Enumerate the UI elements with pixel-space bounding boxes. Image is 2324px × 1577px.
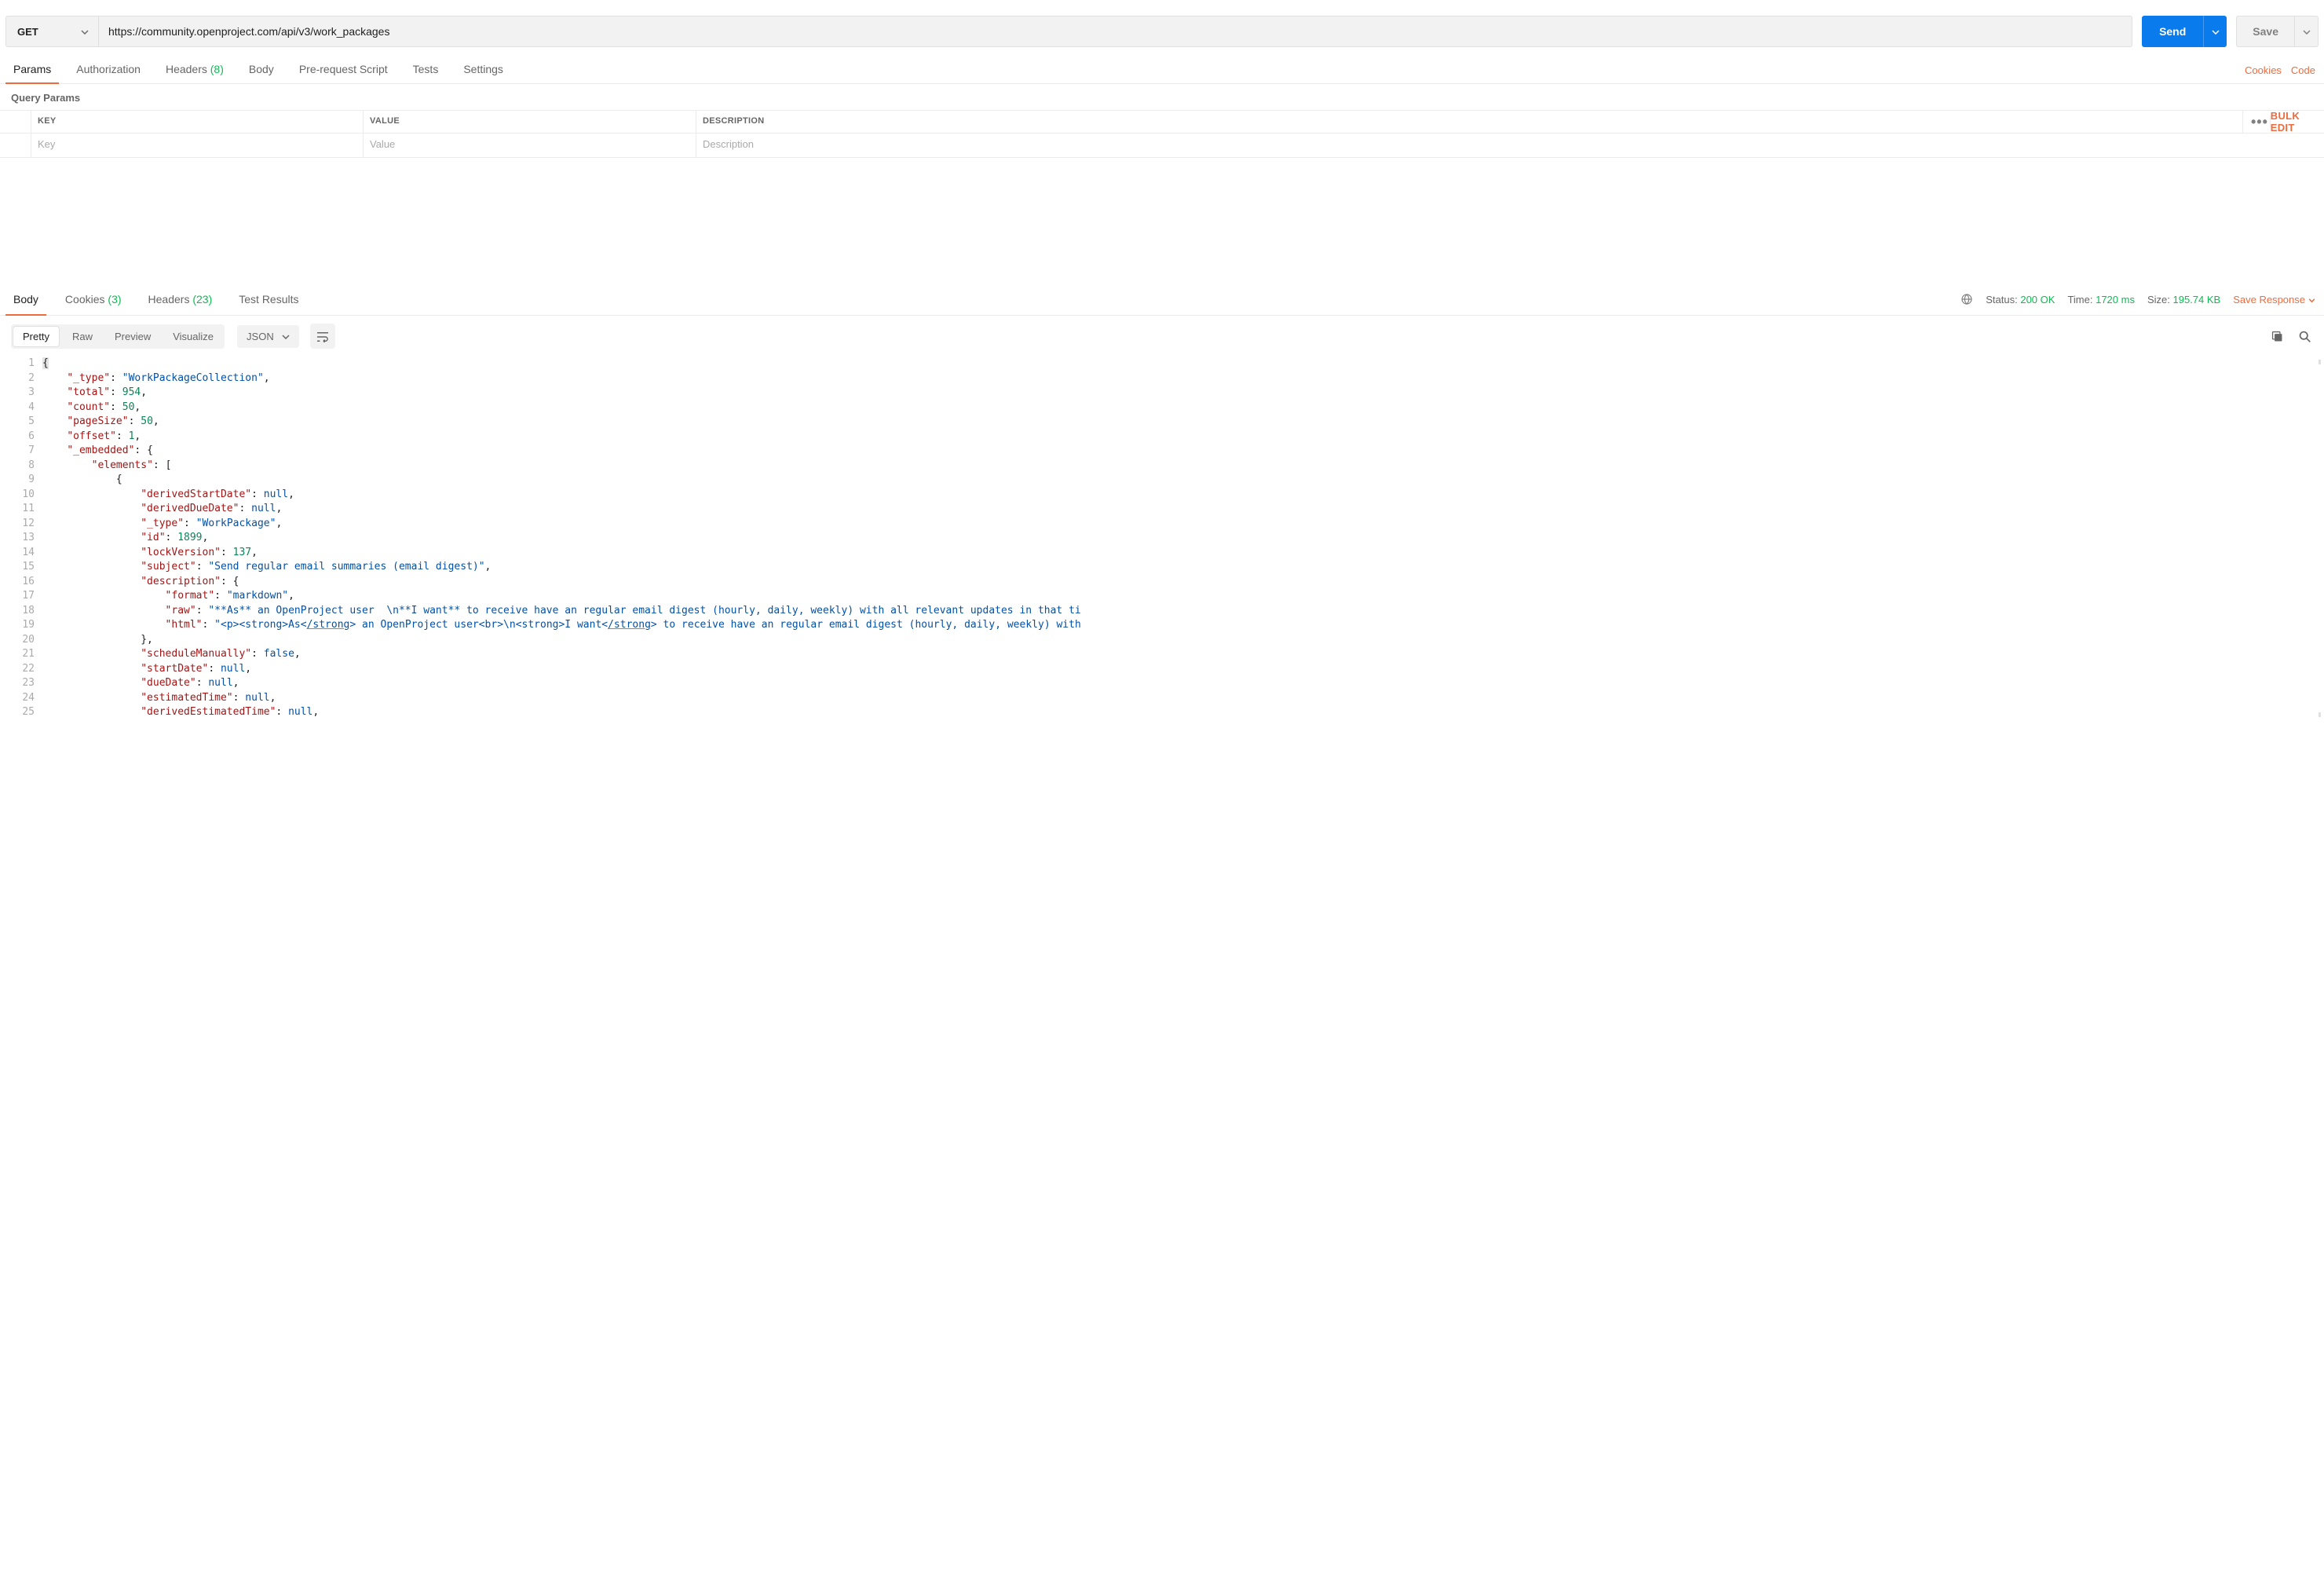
response-body-code[interactable]: 1234567891011121314151617181920212223242… [0, 357, 2324, 720]
search-icon [2298, 330, 2311, 342]
scrollbar-thumb-top[interactable] [2319, 360, 2321, 364]
tab-params[interactable]: Params [5, 57, 59, 83]
chevron-down-icon [2303, 26, 2311, 38]
bulk-edit-link[interactable]: Bulk Edit [2271, 110, 2318, 134]
chevron-down-icon [2212, 26, 2220, 38]
resp-tab-headers-label: Headers [148, 293, 190, 306]
code-link[interactable]: Code [2291, 64, 2315, 76]
resp-tab-headers-count: (23) [192, 293, 212, 306]
resp-tab-cookies-count: (3) [108, 293, 121, 306]
save-response-button[interactable]: Save Response [2233, 294, 2315, 306]
query-params-label: Query Params [0, 84, 2324, 110]
chevron-down-icon [282, 331, 290, 342]
resp-tab-cookies[interactable]: Cookies (3) [57, 284, 130, 315]
line-number-gutter: 1234567891011121314151617181920212223242… [0, 357, 42, 720]
view-visualize-button[interactable]: Visualize [162, 324, 225, 349]
scrollbar-thumb-bottom[interactable] [2319, 712, 2321, 717]
format-select[interactable]: JSON [237, 325, 299, 348]
time-section: Time: 1720 ms [2067, 294, 2135, 306]
time-label: Time: [2067, 294, 2092, 306]
resp-tab-headers[interactable]: Headers (23) [141, 284, 221, 315]
size-label: Size: [2147, 294, 2170, 306]
param-key-input[interactable] [38, 138, 356, 150]
size-value: 195.74 KB [2173, 294, 2221, 306]
save-response-label: Save Response [2233, 294, 2305, 306]
save-dropdown-button[interactable] [2295, 16, 2319, 47]
param-value-input[interactable] [370, 138, 689, 150]
query-params-empty-row [0, 134, 2324, 158]
request-tabs-row: Params Authorization Headers (8) Body Pr… [0, 57, 2324, 84]
resp-tab-body[interactable]: Body [5, 284, 46, 315]
size-section: Size: 195.74 KB [2147, 294, 2220, 306]
tab-tests[interactable]: Tests [405, 57, 447, 83]
status-section: Status: 200 OK [1986, 294, 2055, 306]
column-description: DESCRIPTION [696, 111, 2242, 133]
query-params-header-row: KEY VALUE DESCRIPTION ••• Bulk Edit [0, 110, 2324, 134]
tab-body[interactable]: Body [241, 57, 282, 83]
resp-tab-cookies-label: Cookies [65, 293, 105, 306]
request-row: GET Send Save [0, 0, 2324, 57]
tab-headers-label: Headers [166, 63, 207, 75]
send-button[interactable]: Send [2142, 16, 2203, 47]
column-checkbox [0, 111, 31, 133]
request-url-input[interactable] [99, 16, 2132, 47]
tab-headers[interactable]: Headers (8) [158, 57, 232, 83]
response-tabs-row: Body Cookies (3) Headers (23) Test Resul… [0, 284, 2324, 316]
tab-prerequest[interactable]: Pre-request Script [291, 57, 396, 83]
chevron-down-icon [2308, 294, 2315, 306]
column-value: VALUE [364, 111, 696, 133]
wrap-icon [316, 330, 330, 342]
tab-authorization[interactable]: Authorization [68, 57, 148, 83]
tab-settings[interactable]: Settings [455, 57, 511, 83]
search-button[interactable] [2297, 328, 2313, 345]
status-label: Status: [1986, 294, 2017, 306]
param-description-input[interactable] [703, 138, 2236, 150]
http-method-value: GET [17, 26, 38, 38]
tab-headers-count: (8) [210, 63, 224, 75]
chevron-down-icon [81, 26, 89, 38]
view-raw-button[interactable]: Raw [61, 324, 104, 349]
globe-icon[interactable] [1960, 293, 1973, 306]
format-value: JSON [247, 331, 274, 342]
column-actions: ••• Bulk Edit [2242, 111, 2324, 133]
send-dropdown-button[interactable] [2203, 16, 2227, 47]
resp-tab-test-results[interactable]: Test Results [231, 284, 306, 315]
view-mode-segment: Pretty Raw Preview Visualize [11, 324, 225, 349]
code-content[interactable]: { "_type": "WorkPackageCollection", "tot… [42, 357, 2324, 720]
copy-icon [2271, 330, 2284, 342]
view-preview-button[interactable]: Preview [104, 324, 162, 349]
view-pretty-button[interactable]: Pretty [13, 326, 60, 347]
http-method-select[interactable]: GET [5, 16, 99, 47]
more-options-icon[interactable]: ••• [2249, 114, 2270, 130]
time-value: 1720 ms [2096, 294, 2135, 306]
save-button[interactable]: Save [2236, 16, 2295, 47]
response-toolbar: Pretty Raw Preview Visualize JSON [0, 316, 2324, 357]
wrap-lines-button[interactable] [310, 324, 335, 349]
cookies-link[interactable]: Cookies [2245, 64, 2282, 76]
column-key: KEY [31, 111, 364, 133]
status-value: 200 OK [2020, 294, 2055, 306]
copy-button[interactable] [2269, 328, 2286, 345]
